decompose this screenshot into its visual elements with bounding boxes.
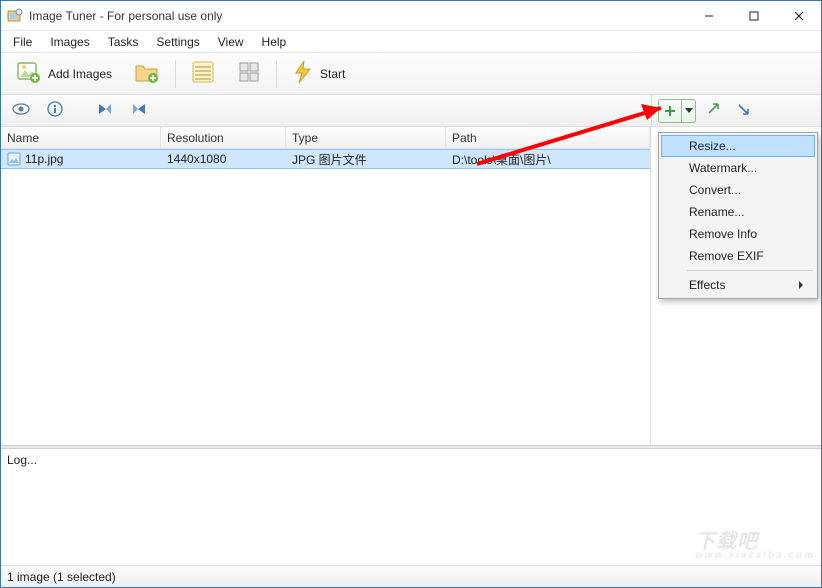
minimize-button[interactable] bbox=[686, 1, 731, 30]
log-pane: Log... bbox=[1, 449, 821, 565]
col-type[interactable]: Type bbox=[286, 127, 446, 148]
plus-icon bbox=[659, 100, 681, 122]
menu-item-remove-info[interactable]: Remove Info bbox=[661, 223, 815, 245]
status-text: 1 image (1 selected) bbox=[7, 570, 116, 584]
menu-images[interactable]: Images bbox=[42, 33, 97, 51]
table-row[interactable]: 11p.jpg 1440x1080 JPG 图片文件 D:\tools\桌面\图… bbox=[1, 149, 650, 169]
tasks-context-menu: Resize... Watermark... Convert... Rename… bbox=[658, 132, 818, 299]
move-up-button[interactable] bbox=[702, 99, 726, 123]
list-header: Name Resolution Type Path bbox=[1, 127, 650, 149]
add-task-button[interactable] bbox=[658, 99, 696, 123]
rotate-right-button[interactable] bbox=[127, 99, 151, 123]
log-label: Log... bbox=[7, 453, 37, 467]
tasks-toolbar bbox=[651, 95, 821, 126]
separator bbox=[175, 60, 176, 88]
maximize-button[interactable] bbox=[731, 1, 776, 30]
menu-item-remove-exif[interactable]: Remove EXIF bbox=[661, 245, 815, 267]
cell-name: 11p.jpg bbox=[1, 152, 161, 166]
preview-toggle[interactable] bbox=[9, 99, 33, 123]
remove-selected-button[interactable] bbox=[177, 99, 201, 123]
app-icon bbox=[7, 8, 23, 24]
add-images-button[interactable]: Add Images bbox=[9, 55, 119, 92]
menu-bar: File Images Tasks Settings View Help bbox=[1, 31, 821, 53]
menu-item-watermark[interactable]: Watermark... bbox=[661, 157, 815, 179]
rotate-right-icon bbox=[131, 101, 147, 120]
view-details-button[interactable] bbox=[184, 56, 222, 91]
start-button[interactable]: Start bbox=[285, 55, 352, 92]
view-thumbnails-button[interactable] bbox=[230, 56, 268, 91]
folder-add-icon bbox=[134, 59, 160, 88]
status-bar: 1 image (1 selected) bbox=[1, 565, 821, 587]
cell-path: D:\tools\桌面\图片\ bbox=[446, 151, 650, 168]
cell-name-text: 11p.jpg bbox=[25, 152, 63, 166]
move-down-button[interactable] bbox=[732, 99, 756, 123]
window-title: Image Tuner - For personal use only bbox=[29, 9, 222, 23]
start-label: Start bbox=[320, 67, 345, 81]
menu-file[interactable]: File bbox=[5, 33, 40, 51]
remove-task-button[interactable] bbox=[762, 99, 786, 123]
menu-help[interactable]: Help bbox=[254, 33, 295, 51]
close-button[interactable] bbox=[776, 1, 821, 30]
arrow-down-right-icon bbox=[736, 101, 752, 120]
col-path[interactable]: Path bbox=[446, 127, 650, 148]
menu-item-rename[interactable]: Rename... bbox=[661, 201, 815, 223]
secondary-toolbars bbox=[1, 95, 821, 127]
menu-item-convert[interactable]: Convert... bbox=[661, 179, 815, 201]
rotate-left-icon bbox=[97, 101, 113, 120]
main-toolbar: Add Images Start bbox=[1, 53, 821, 95]
menu-item-resize[interactable]: Resize... bbox=[661, 135, 815, 157]
col-resolution[interactable]: Resolution bbox=[161, 127, 286, 148]
menu-view[interactable]: View bbox=[210, 33, 252, 51]
jpg-file-icon bbox=[7, 152, 21, 166]
rotate-left-button[interactable] bbox=[93, 99, 117, 123]
image-list-pane: Name Resolution Type Path 11p.jpg 1440x1… bbox=[1, 127, 651, 445]
cell-type: JPG 图片文件 bbox=[286, 151, 446, 168]
lightning-icon bbox=[292, 59, 314, 88]
title-bar: Image Tuner - For personal use only bbox=[1, 1, 821, 31]
arrow-up-right-icon bbox=[706, 101, 722, 120]
add-image-icon bbox=[16, 59, 42, 88]
col-name[interactable]: Name bbox=[1, 127, 161, 148]
menu-separator bbox=[687, 270, 813, 271]
info-button[interactable] bbox=[43, 99, 67, 123]
menu-settings[interactable]: Settings bbox=[148, 33, 207, 51]
thumbnails-view-icon bbox=[237, 60, 261, 87]
chevron-down-icon[interactable] bbox=[681, 100, 695, 122]
add-images-label: Add Images bbox=[48, 67, 112, 81]
separator bbox=[276, 60, 277, 88]
menu-tasks[interactable]: Tasks bbox=[100, 33, 147, 51]
add-folder-button[interactable] bbox=[127, 55, 167, 92]
menu-item-effects[interactable]: Effects bbox=[661, 274, 815, 296]
app-window: Image Tuner - For personal use only File… bbox=[0, 0, 822, 588]
details-view-icon bbox=[191, 60, 215, 87]
list-toolbar bbox=[1, 95, 651, 126]
cell-resolution: 1440x1080 bbox=[161, 152, 286, 166]
eye-icon bbox=[12, 102, 30, 119]
info-icon bbox=[47, 101, 63, 120]
list-body[interactable]: 11p.jpg 1440x1080 JPG 图片文件 D:\tools\桌面\图… bbox=[1, 149, 650, 445]
